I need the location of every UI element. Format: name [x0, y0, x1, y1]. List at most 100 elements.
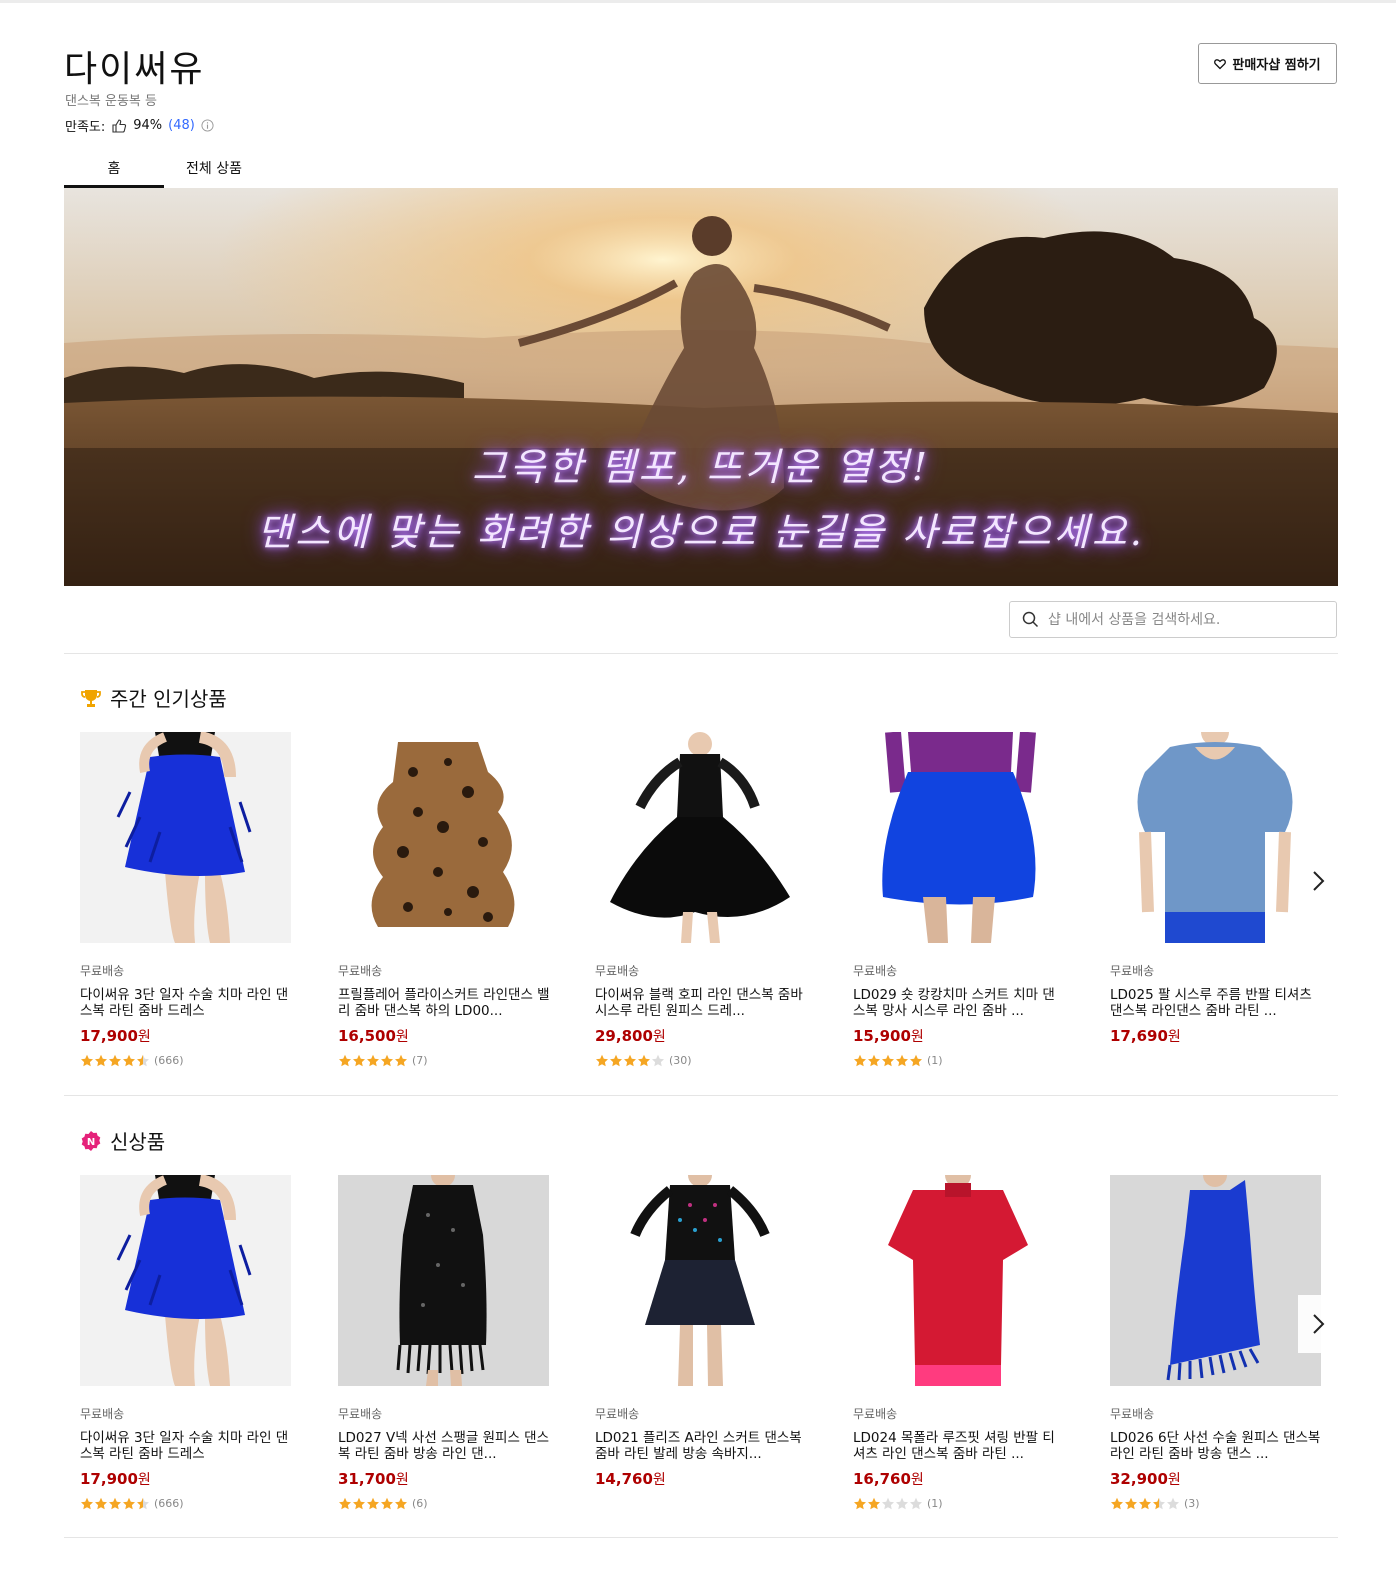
product-name[interactable]: LD026 6단 사선 수술 원피스 댄스복 라인 라틴 줌바 방송 댄스 ..… — [1110, 1430, 1322, 1462]
satisfaction-label: 만족도: — [65, 120, 106, 135]
svg-text:N: N — [87, 1137, 95, 1148]
satisfaction-value: 94% — [133, 118, 163, 133]
shop-header: 다이써유 댄스복 운동복 등 만족도: 94% (48) — [64, 40, 1338, 140]
free-shipping-label: 무료배송 — [853, 964, 898, 978]
star-icon — [609, 1054, 623, 1067]
star-icon — [881, 1497, 895, 1510]
product-rating: (3) — [1110, 1497, 1322, 1510]
price-currency: 원 — [1167, 1472, 1181, 1488]
info-icon[interactable] — [201, 119, 214, 132]
star-icon — [108, 1054, 122, 1067]
review-count: (666) — [154, 1054, 184, 1067]
product-name[interactable]: 다이써유 3단 일자 수술 치마 라인 댄스복 라틴 줌바 드레스 — [80, 987, 292, 1019]
favorite-shop-button[interactable]: 판매자샵 찜하기 — [1198, 43, 1337, 84]
product-image[interactable] — [338, 732, 549, 943]
product-price: 17,900원 — [80, 1026, 292, 1046]
price-currency: 원 — [137, 1472, 151, 1488]
thumbs-up-icon — [111, 118, 127, 134]
shop-name: 다이써유 — [64, 49, 205, 90]
price-value: 16,760 — [853, 1470, 911, 1488]
section-title-weekly-popular: 주간 인기상품 — [80, 683, 227, 712]
search-icon — [1022, 611, 1039, 628]
star-icon — [853, 1054, 867, 1067]
product-card[interactable]: 무료배송 다이써유 3단 일자 수술 치마 라인 댄스복 라틴 줌바 드레스 1… — [80, 732, 292, 1067]
banner-line-1: 그윽한 템포, 뜨거운 열정! — [471, 445, 931, 489]
review-count: (6) — [412, 1497, 428, 1510]
product-card[interactable]: 무료배송 LD027 V넥 사선 스팽글 원피스 댄스복 라틴 줌바 방송 라인… — [338, 1175, 550, 1510]
review-count: (30) — [669, 1054, 692, 1067]
price-value: 15,900 — [853, 1027, 911, 1045]
price-value: 14,760 — [595, 1470, 653, 1488]
star-icon — [366, 1497, 380, 1510]
product-carousel-weekly: 무료배송 다이써유 3단 일자 수술 치마 라인 댄스복 라틴 줌바 드레스 1… — [80, 732, 1340, 1082]
star-icon — [637, 1054, 651, 1067]
product-price: 16,760원 — [853, 1469, 1065, 1489]
rating-stars — [853, 1497, 923, 1510]
star-icon — [366, 1054, 380, 1067]
star-icon — [108, 1497, 122, 1510]
product-card[interactable]: 무료배송 프릴플레어 플라이스커트 라인댄스 밸리 줌바 댄스복 하의 LD00… — [338, 732, 550, 1067]
carousel-next-button[interactable] — [1298, 852, 1338, 910]
tab-all-products[interactable]: 전체 상품 — [164, 150, 264, 188]
product-image[interactable] — [338, 1175, 549, 1386]
product-name[interactable]: 다이써유 블랙 호피 라인 댄스복 줌바 시스루 라틴 원피스 드레... — [595, 987, 807, 1019]
free-shipping-label: 무료배송 — [80, 964, 125, 978]
price-value: 17,690 — [1110, 1027, 1168, 1045]
price-currency: 원 — [137, 1029, 151, 1045]
carousel-next-button[interactable] — [1298, 1295, 1338, 1353]
search-input[interactable] — [1048, 611, 1308, 628]
product-card[interactable]: 무료배송 LD026 6단 사선 수술 원피스 댄스복 라인 라틴 줌바 방송 … — [1110, 1175, 1322, 1510]
product-image[interactable] — [595, 1175, 806, 1386]
product-image[interactable] — [80, 1175, 291, 1386]
shop-banner: 그윽한 템포, 뜨거운 열정! 댄스에 맞는 화려한 의상으로 눈길을 사로잡으… — [64, 188, 1338, 586]
product-name[interactable]: LD024 목폴라 루즈핏 셔링 반팔 티셔츠 라인 댄스복 줌바 라틴 ... — [853, 1430, 1065, 1462]
product-card[interactable]: 무료배송 다이써유 3단 일자 수술 치마 라인 댄스복 라틴 줌바 드레스 1… — [80, 1175, 292, 1510]
product-rating: (666) — [80, 1054, 292, 1067]
banner-line-2: 댄스에 맞는 화려한 의상으로 눈길을 사로잡으세요. — [257, 510, 1145, 554]
price-currency: 원 — [652, 1472, 666, 1488]
shop-tabs: 홈 전체 상품 — [64, 150, 264, 188]
product-name[interactable]: 프릴플레어 플라이스커트 라인댄스 밸리 줌바 댄스복 하의 LD00... — [338, 987, 550, 1019]
product-card[interactable]: 무료배송 다이써유 블랙 호피 라인 댄스복 줌바 시스루 라틴 원피스 드레.… — [595, 732, 807, 1067]
product-carousel-new: 무료배송 다이써유 3단 일자 수술 치마 라인 댄스복 라틴 줌바 드레스 1… — [80, 1175, 1340, 1525]
chevron-right-icon — [1313, 1314, 1325, 1334]
rating-stars — [853, 1054, 923, 1067]
divider — [64, 653, 1338, 654]
review-count: (1) — [927, 1054, 943, 1067]
star-icon — [136, 1054, 150, 1067]
product-image[interactable] — [1110, 1175, 1321, 1386]
product-name[interactable]: LD021 플리즈 A라인 스커트 댄스복 줌바 라틴 발레 방송 속바지... — [595, 1430, 807, 1462]
product-image[interactable] — [1110, 732, 1321, 943]
product-rating: (1) — [853, 1497, 1065, 1510]
product-image[interactable] — [853, 732, 1064, 943]
shop-search[interactable] — [1009, 601, 1337, 638]
product-price: 31,700원 — [338, 1469, 550, 1489]
review-count: (666) — [154, 1497, 184, 1510]
section-title-text: 주간 인기상품 — [110, 687, 227, 711]
product-name[interactable]: LD029 숏 캉캉치마 스커트 치마 댄스복 망사 시스루 라인 줌바 ... — [853, 987, 1065, 1019]
product-image[interactable] — [853, 1175, 1064, 1386]
star-icon — [122, 1054, 136, 1067]
product-card[interactable]: 무료배송 LD029 숏 캉캉치마 스커트 치마 댄스복 망사 시스루 라인 줌… — [853, 732, 1065, 1067]
product-price: 29,800원 — [595, 1026, 807, 1046]
tab-home[interactable]: 홈 — [64, 150, 164, 188]
product-image[interactable] — [595, 732, 806, 943]
product-price: 14,760원 — [595, 1469, 807, 1489]
section-title-new-products: N 신상품 — [80, 1126, 165, 1155]
product-name[interactable]: LD025 팔 시스루 주름 반팔 티셔츠 댄스복 라인댄스 줌바 라틴 ... — [1110, 987, 1322, 1019]
heart-icon — [1214, 58, 1227, 69]
price-value: 17,900 — [80, 1027, 138, 1045]
price-value: 17,900 — [80, 1470, 138, 1488]
star-icon — [352, 1054, 366, 1067]
star-icon — [80, 1497, 94, 1510]
product-card[interactable]: 무료배송 LD024 목폴라 루즈핏 셔링 반팔 티셔츠 라인 댄스복 줌바 라… — [853, 1175, 1065, 1510]
product-name[interactable]: LD027 V넥 사선 스팽글 원피스 댄스복 라틴 줌바 방송 라인 댄... — [338, 1430, 550, 1462]
price-currency: 원 — [395, 1472, 409, 1488]
product-name[interactable]: 다이써유 3단 일자 수술 치마 라인 댄스복 라틴 줌바 드레스 — [80, 1430, 292, 1462]
product-card[interactable]: 무료배송 LD021 플리즈 A라인 스커트 댄스복 줌바 라틴 발레 방송 속… — [595, 1175, 807, 1489]
satisfaction-count[interactable]: (48) — [168, 118, 195, 133]
product-card[interactable]: 무료배송 LD025 팔 시스루 주름 반팔 티셔츠 댄스복 라인댄스 줌바 라… — [1110, 732, 1322, 1046]
product-image[interactable] — [80, 732, 291, 943]
review-count: (1) — [927, 1497, 943, 1510]
star-icon — [909, 1054, 923, 1067]
